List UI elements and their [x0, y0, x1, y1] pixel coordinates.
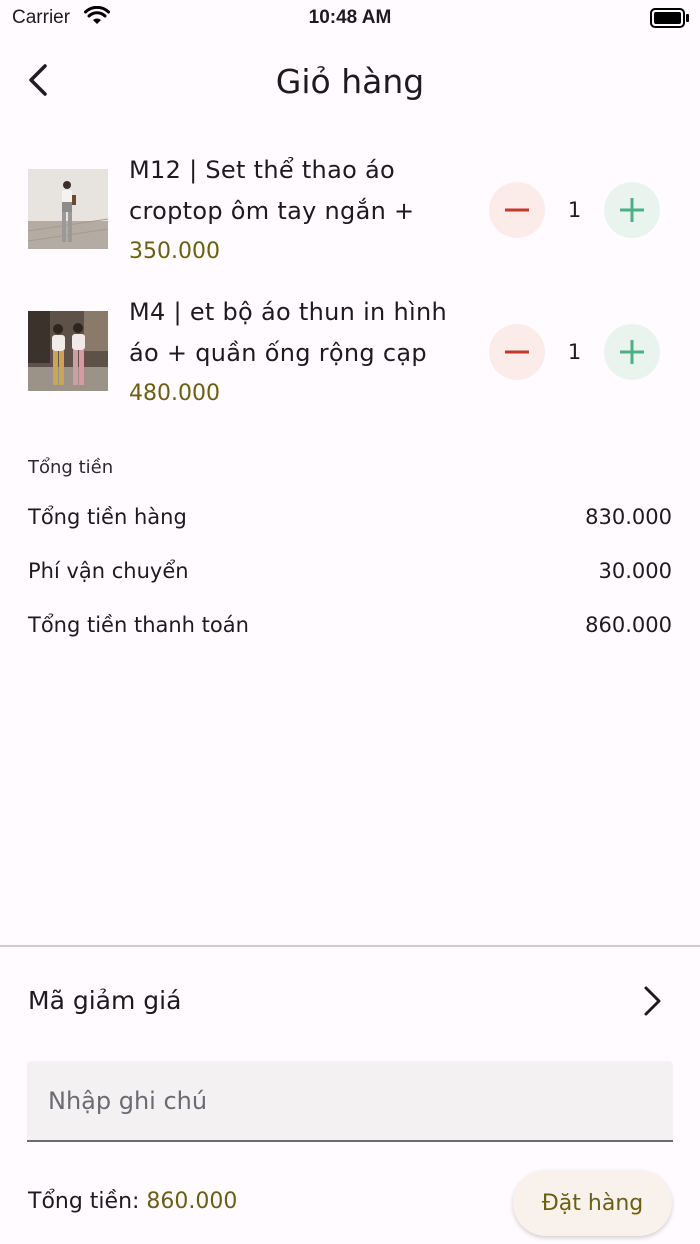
decrease-quantity-button[interactable]: [489, 182, 545, 238]
increase-quantity-button[interactable]: [604, 182, 660, 238]
summary-heading: Tổng tiền: [28, 457, 114, 478]
decrease-quantity-button[interactable]: [489, 324, 545, 380]
coupon-row[interactable]: Mã giảm giá: [0, 960, 700, 1044]
plus-icon: [620, 198, 644, 222]
divider: [0, 945, 700, 947]
subtotal-label: Tổng tiền hàng: [28, 505, 187, 529]
chevron-right-icon: [638, 984, 666, 1024]
grand-total-label: Tổng tiền thanh toán: [28, 613, 249, 637]
footer-total: Tổng tiền: 860.000: [28, 1189, 237, 1214]
quantity-value: 1: [567, 340, 582, 364]
page-title: Giỏ hàng: [275, 62, 425, 101]
minus-icon: [505, 350, 529, 354]
grand-total-value: 860.000: [585, 613, 672, 637]
quantity-value: 1: [567, 198, 582, 222]
footer-total-value: 860.000: [146, 1189, 238, 1214]
coupon-label: Mã giảm giá: [28, 986, 182, 1015]
note-input[interactable]: [27, 1061, 673, 1142]
plus-icon: [620, 340, 644, 364]
product-name: M4 | et bộ áo thun in hình áo + quần ống…: [129, 298, 447, 367]
product-thumbnail[interactable]: [28, 311, 108, 391]
product-thumbnail[interactable]: [28, 169, 108, 249]
footer-total-label: Tổng tiền:: [28, 1189, 147, 1214]
product-photo: [28, 169, 108, 249]
product-photo: [28, 311, 108, 391]
status-bar: Carrier 10:48 AM: [0, 0, 700, 36]
cart-item: M4 | et bộ áo thun in hình áo + quần ống…: [0, 292, 700, 412]
shipping-fee-value: 30.000: [598, 559, 672, 583]
minus-icon: [505, 208, 529, 212]
clock: 10:48 AM: [308, 7, 392, 28]
cart-item: M12 | Set thể thao áo croptop ôm tay ngắ…: [0, 150, 700, 270]
shipping-fee-label: Phí vận chuyển: [28, 559, 189, 583]
product-name: M12 | Set thể thao áo croptop ôm tay ngắ…: [129, 156, 415, 225]
increase-quantity-button[interactable]: [604, 324, 660, 380]
product-price: 350.000: [129, 239, 220, 264]
place-order-button[interactable]: Đặt hàng: [513, 1170, 672, 1236]
battery-icon: [650, 8, 690, 32]
subtotal-value: 830.000: [585, 505, 672, 529]
product-price: 480.000: [129, 381, 220, 406]
app-bar: Giỏ hàng: [0, 50, 700, 114]
